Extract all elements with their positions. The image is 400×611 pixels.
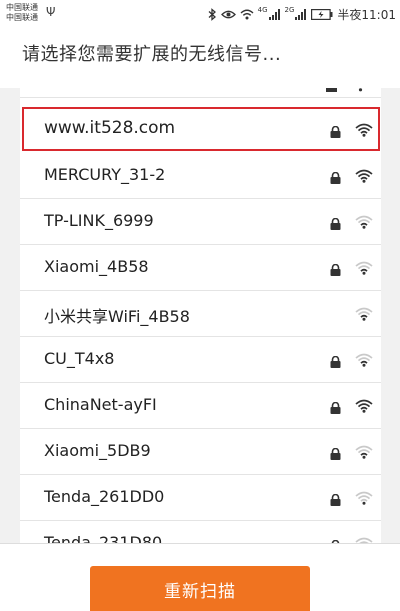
signal-icon	[295, 8, 307, 20]
status-icons: 4G 2G 半夜11:01	[208, 6, 396, 22]
network-ssid: CU_T4x8	[44, 349, 115, 368]
network-ssid: ChinaNet-ayFI	[44, 395, 157, 414]
wifi-signal-icon	[355, 214, 373, 233]
status-time: 半夜11:01	[337, 7, 396, 22]
wifi-signal-icon	[355, 352, 373, 371]
network-item[interactable]: Xiaomi_5DB9	[20, 429, 381, 475]
network-type-2: 2G	[284, 6, 295, 14]
usb-icon: Ψ	[46, 5, 56, 19]
status-bar: 中国联通 中国联通 Ψ 4G 2G 半夜11:01	[0, 0, 400, 28]
wifi-signal-icon	[355, 536, 373, 543]
network-item[interactable]: Xiaomi_4B58	[20, 245, 381, 291]
wifi-signal-icon	[355, 122, 373, 141]
page-title: 请选择您需要扩展的无线信号...	[22, 44, 282, 65]
network-item[interactable]: ChinaNet-ayFI	[20, 383, 381, 429]
lock-icon	[330, 169, 341, 188]
lock-icon	[330, 353, 341, 372]
eye-icon	[220, 10, 236, 18]
lock-icon	[330, 445, 341, 464]
network-list-area[interactable]: www.it528.com MERCURY_31-2 TP-LINK_6999 Xia…	[0, 88, 400, 543]
network-item[interactable]: MERCURY_31-2	[20, 153, 381, 199]
network-item[interactable]: CU_T4x8	[20, 337, 381, 383]
signal-icon	[268, 8, 280, 20]
network-item[interactable]: Tenda_231D80	[20, 521, 381, 543]
wifi-signal-icon	[355, 490, 373, 509]
wifi-icon	[240, 9, 254, 19]
carrier-1: 中国联通	[6, 3, 38, 12]
lock-icon	[330, 123, 341, 142]
wifi-signal-icon	[355, 168, 373, 187]
network-ssid: Tenda_261DD0	[44, 487, 165, 506]
wifi-signal-icon	[355, 398, 373, 417]
lock-icon	[326, 88, 337, 92]
lock-icon	[330, 399, 341, 418]
network-ssid: Xiaomi_4B58	[44, 257, 149, 276]
network-item[interactable]: Tenda_261DD0	[20, 475, 381, 521]
network-item-selected[interactable]: www.it528.com	[22, 107, 380, 151]
network-ssid: 小米共享WiFi_4B58	[44, 307, 190, 326]
network-ssid: TP-LINK_6999	[44, 211, 154, 230]
bottom-bar: 重新扫描	[0, 543, 400, 611]
wifi-signal-icon	[355, 306, 373, 325]
wifi-signal-icon	[358, 88, 363, 92]
carrier-info: 中国联通 中国联通	[6, 3, 38, 23]
network-list: www.it528.com MERCURY_31-2 TP-LINK_6999 Xia…	[20, 88, 381, 543]
wifi-signal-icon	[355, 444, 373, 463]
network-ssid: www.it528.com	[44, 118, 176, 138]
lock-icon	[330, 491, 341, 510]
lock-icon	[330, 261, 341, 280]
network-ssid: MERCURY_31-2	[44, 165, 166, 184]
lock-icon	[330, 215, 341, 234]
network-type-1: 4G	[257, 6, 268, 14]
bluetooth-icon	[208, 7, 216, 21]
carrier-2: 中国联通	[6, 13, 38, 22]
rescan-button[interactable]: 重新扫描	[90, 566, 310, 611]
network-item[interactable]: 小米共享WiFi_4B58	[20, 291, 381, 337]
wifi-signal-icon	[355, 260, 373, 279]
network-item[interactable]: TP-LINK_6999	[20, 199, 381, 245]
network-ssid: Tenda_231D80	[44, 533, 163, 543]
battery-icon	[311, 8, 333, 20]
partial-list-item	[20, 88, 381, 98]
network-ssid: Xiaomi_5DB9	[44, 441, 151, 460]
